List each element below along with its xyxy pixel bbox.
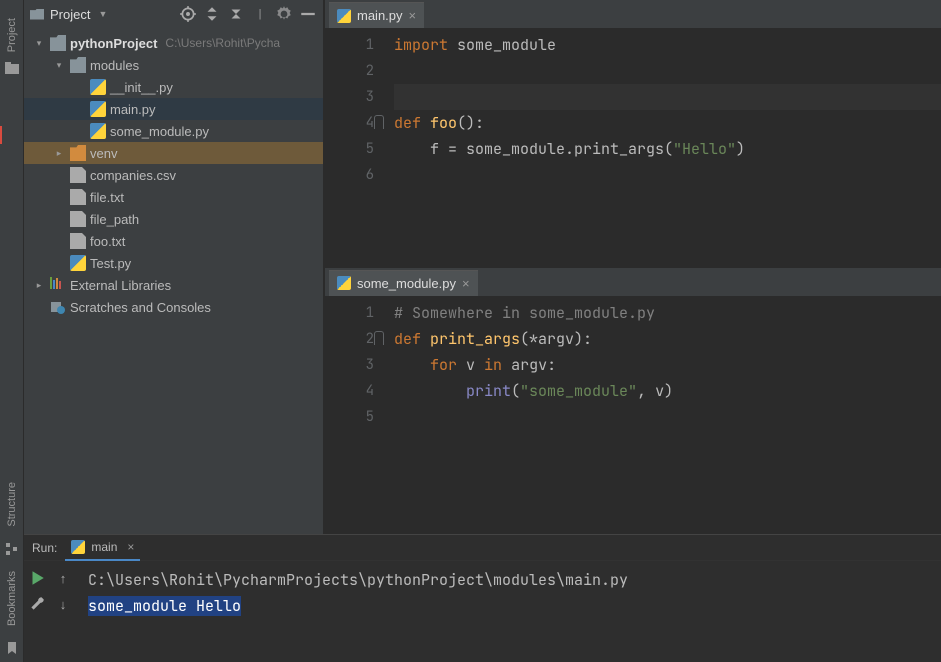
scratches-icon bbox=[50, 299, 66, 315]
file-icon bbox=[70, 167, 86, 183]
tree-scratches[interactable]: Scratches and Consoles bbox=[24, 296, 323, 318]
python-icon bbox=[337, 9, 351, 23]
structure-icon bbox=[4, 541, 20, 557]
python-icon bbox=[90, 123, 106, 139]
folder-icon bbox=[50, 35, 66, 51]
up-arrow-icon[interactable]: ↑ bbox=[54, 569, 72, 587]
folder-icon bbox=[70, 57, 86, 73]
gear-icon[interactable] bbox=[275, 5, 293, 23]
tree-file-main[interactable]: main.py bbox=[24, 98, 323, 120]
run-toolbar: ↑ ↓ bbox=[24, 561, 76, 662]
project-tree: ▾pythonProjectC:\Users\Rohit\Pycha ▾modu… bbox=[24, 28, 323, 318]
gutter[interactable]: 1 2 3 4 5 bbox=[325, 296, 380, 535]
tree-file-companies[interactable]: companies.csv bbox=[24, 164, 323, 186]
run-label: Run: bbox=[32, 541, 57, 555]
run-button[interactable] bbox=[28, 569, 46, 587]
close-icon[interactable]: × bbox=[462, 276, 470, 291]
folder-icon bbox=[4, 60, 20, 76]
chevron-down-icon[interactable]: ▼ bbox=[98, 9, 107, 19]
tool-tab-bookmarks[interactable]: Bookmarks bbox=[6, 563, 18, 634]
file-icon bbox=[70, 233, 86, 249]
python-icon bbox=[337, 276, 351, 290]
fold-marker-icon[interactable] bbox=[374, 115, 384, 129]
tree-root[interactable]: ▾pythonProjectC:\Users\Rohit\Pycha bbox=[24, 32, 323, 54]
run-panel: Run: main× ↑ ↓ C:\Users\Rohit\PycharmPro… bbox=[24, 534, 941, 662]
tab-bar: main.py× bbox=[325, 0, 941, 28]
code-content[interactable]: # Somewhere in some_module.py def print_… bbox=[380, 296, 941, 535]
editor-tab-main[interactable]: main.py× bbox=[329, 2, 424, 28]
project-header: Project ▼ | bbox=[24, 0, 323, 28]
tree-file-init[interactable]: __init__.py bbox=[24, 76, 323, 98]
output-line: C:\Users\Rohit\PycharmProjects\pythonPro… bbox=[88, 567, 941, 593]
tool-tab-project[interactable]: Project bbox=[6, 10, 18, 60]
wrench-icon[interactable] bbox=[28, 595, 46, 613]
folder-icon bbox=[70, 145, 86, 161]
python-icon bbox=[90, 79, 106, 95]
python-icon bbox=[70, 255, 86, 271]
file-icon bbox=[70, 189, 86, 205]
gutter[interactable]: 1 2 3 4 5 6 bbox=[325, 28, 380, 267]
bookmarks-icon bbox=[4, 640, 20, 656]
close-icon[interactable]: × bbox=[409, 8, 417, 23]
run-output[interactable]: C:\Users\Rohit\PycharmProjects\pythonPro… bbox=[76, 561, 941, 662]
divider: | bbox=[251, 5, 269, 23]
python-icon bbox=[71, 540, 85, 554]
editor-area: main.py× 1 2 3 4 5 6 import some_module … bbox=[324, 0, 941, 534]
file-icon bbox=[70, 211, 86, 227]
hide-icon[interactable] bbox=[299, 5, 317, 23]
tool-tab-structure[interactable]: Structure bbox=[6, 474, 18, 535]
output-selection: some_module Hello bbox=[88, 596, 241, 616]
tree-file-test-py[interactable]: Test.py bbox=[24, 252, 323, 274]
editor-tab-some-module[interactable]: some_module.py× bbox=[329, 270, 478, 296]
collapse-all-icon[interactable] bbox=[227, 5, 245, 23]
code-content[interactable]: import some_module def foo(): f = some_m… bbox=[380, 28, 941, 267]
tree-file-file-path[interactable]: file_path bbox=[24, 208, 323, 230]
run-tab-main[interactable]: main× bbox=[65, 535, 140, 561]
tree-folder-modules[interactable]: ▾modules bbox=[24, 54, 323, 76]
tree-external-libraries[interactable]: ▸External Libraries bbox=[24, 274, 323, 296]
expand-all-icon[interactable] bbox=[203, 5, 221, 23]
folder-icon bbox=[30, 9, 44, 20]
fold-marker-icon[interactable] bbox=[374, 331, 384, 345]
python-icon bbox=[90, 101, 106, 117]
tree-file-some-module[interactable]: some_module.py bbox=[24, 120, 323, 142]
project-title[interactable]: Project bbox=[50, 7, 90, 22]
tree-file-foo-txt[interactable]: foo.txt bbox=[24, 230, 323, 252]
tree-folder-venv[interactable]: ▸venv bbox=[24, 142, 323, 164]
down-arrow-icon[interactable]: ↓ bbox=[54, 595, 72, 613]
close-icon[interactable]: × bbox=[127, 540, 134, 554]
tab-bar: some_module.py× bbox=[325, 268, 941, 296]
active-indicator bbox=[0, 126, 2, 144]
library-icon bbox=[50, 277, 66, 293]
locate-icon[interactable] bbox=[179, 5, 197, 23]
editor-pane-1: main.py× 1 2 3 4 5 6 import some_module … bbox=[325, 0, 941, 267]
tree-file-file-txt[interactable]: file.txt bbox=[24, 186, 323, 208]
editor-pane-2: some_module.py× 1 2 3 4 5 # Somewhere in… bbox=[325, 267, 941, 535]
